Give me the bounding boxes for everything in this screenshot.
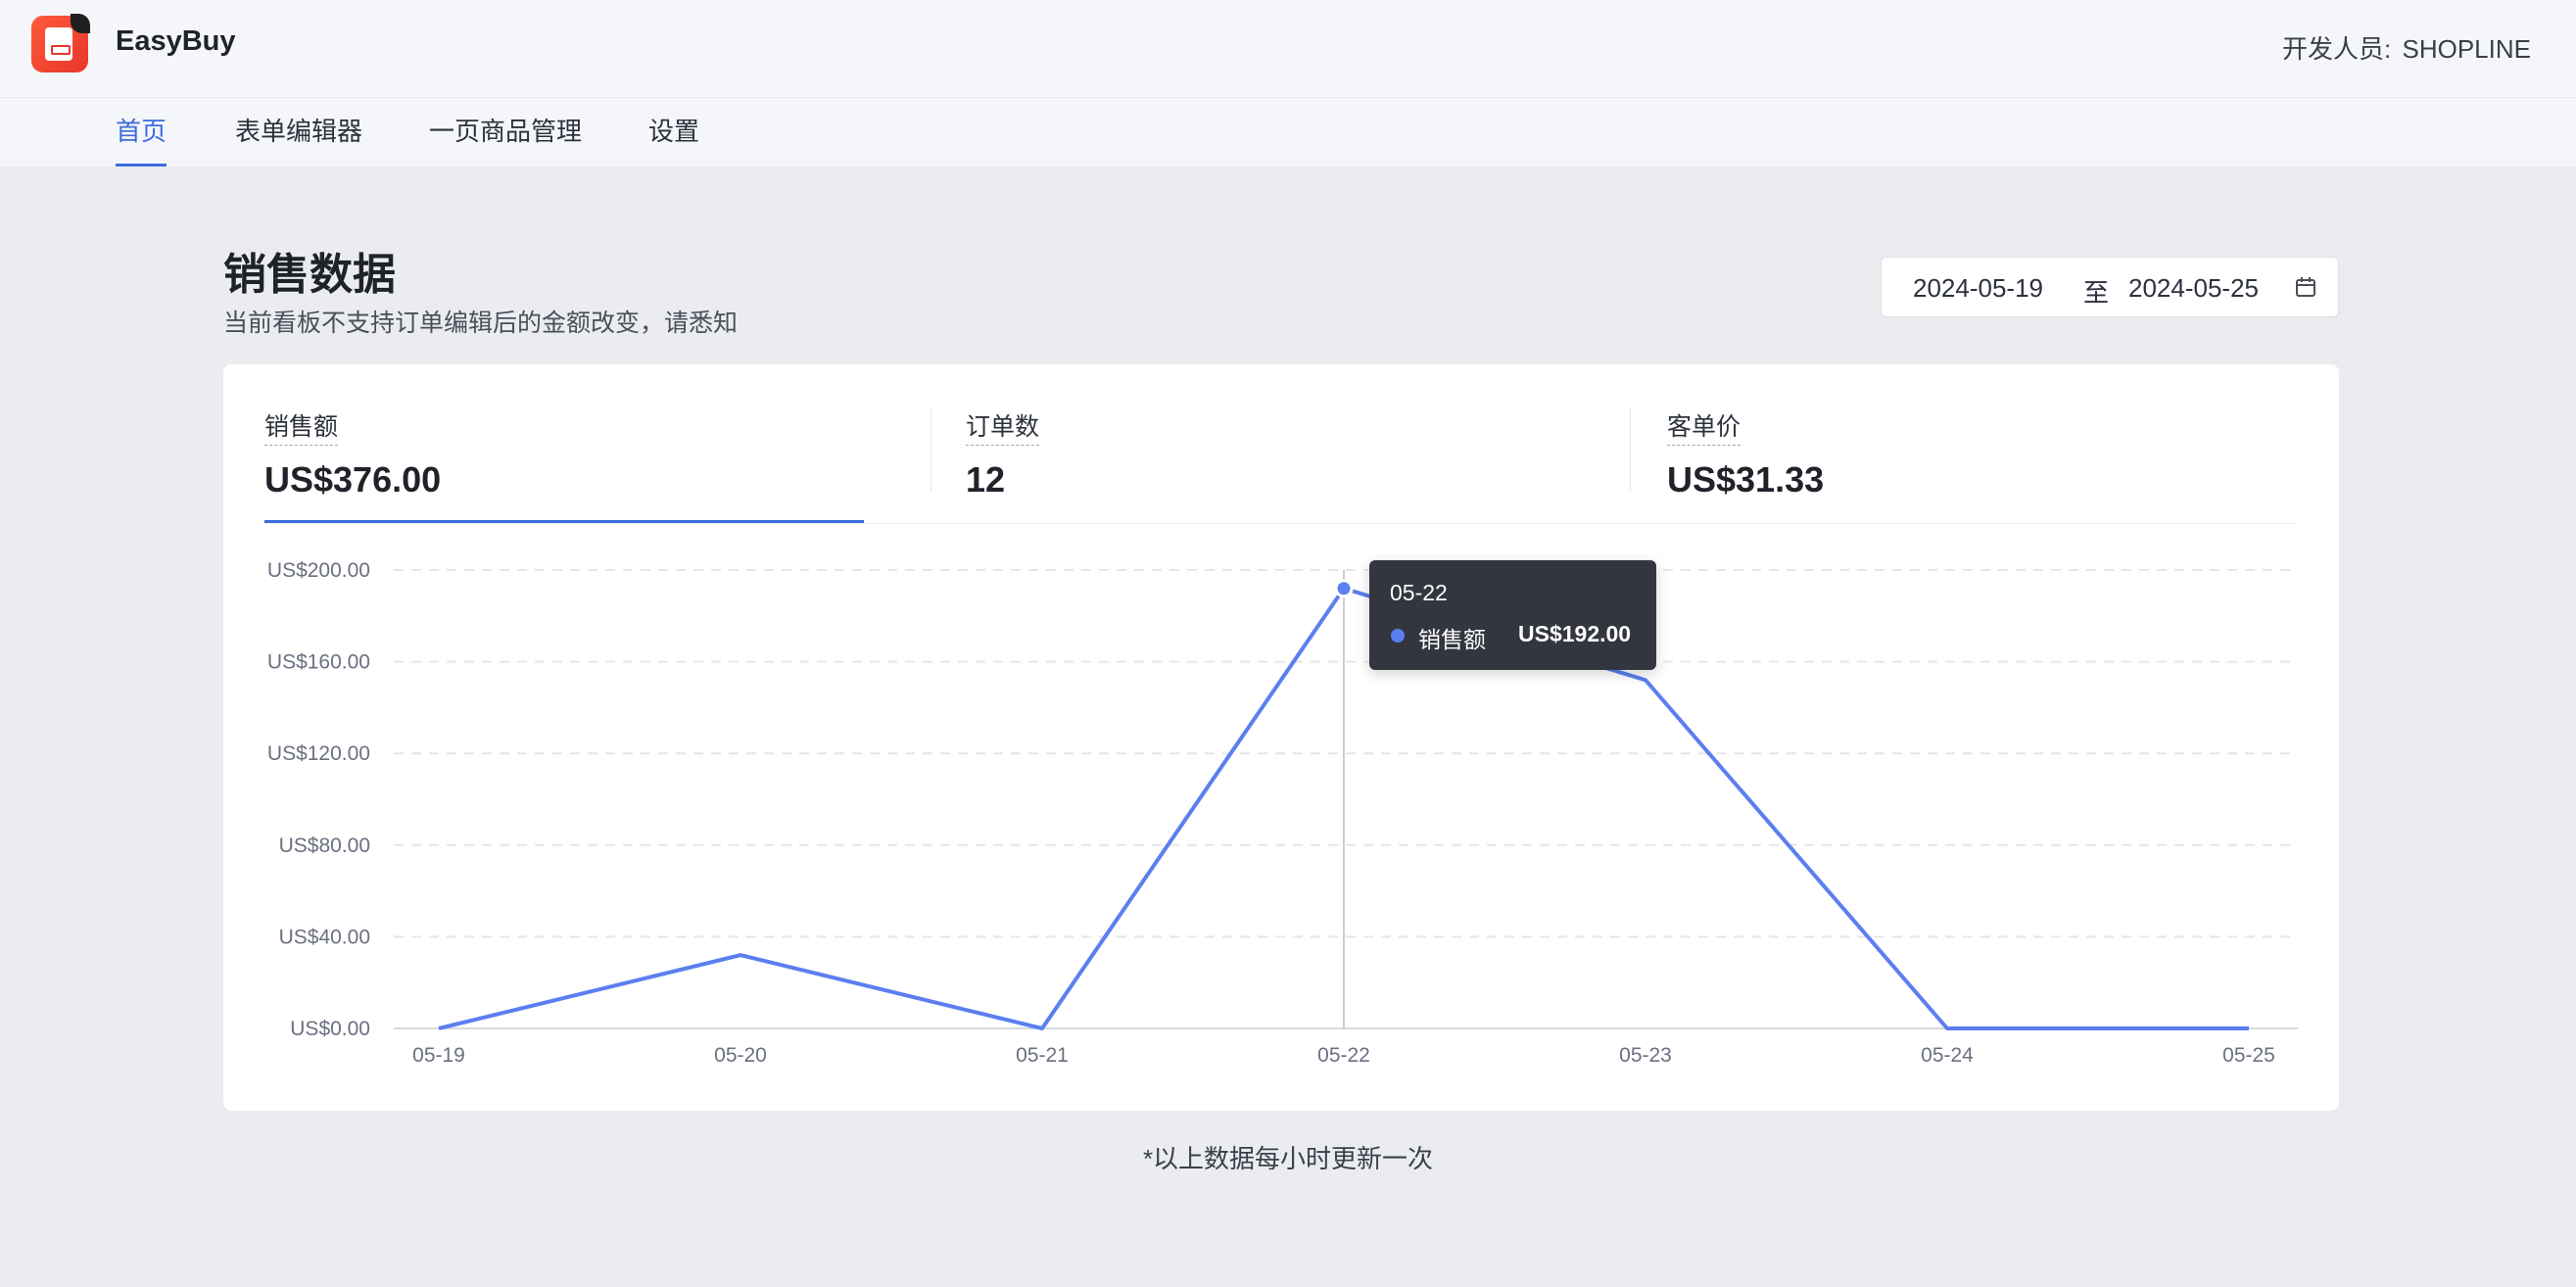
tooltip-date: 05-22	[1390, 580, 1448, 605]
date-separator: 至	[2083, 278, 2110, 308]
chart-tooltip: 05-22 销售额 US$192.00	[1369, 560, 1656, 670]
x-tick-label: 05-22	[1317, 1044, 1370, 1067]
tab-one-page-products[interactable]: 一页商品管理	[429, 98, 582, 167]
y-tick-label: US$160.00	[267, 651, 370, 674]
page-subtitle: 当前看板不支持订单编辑后的金额改变，请悉知	[223, 310, 739, 337]
y-tick-label: US$0.00	[290, 1018, 370, 1040]
tooltip-series-name: 销售额	[1418, 627, 1486, 652]
sales-card: 销售额 US$376.00 订单数 12 客单价 US$31.33 US$0.0…	[223, 364, 2339, 1111]
x-tick-label: 05-23	[1619, 1044, 1672, 1067]
y-tick-label: US$120.00	[267, 742, 370, 765]
date-start[interactable]: 2024-05-19	[1913, 273, 2043, 304]
tab-form-editor[interactable]: 表单编辑器	[235, 98, 362, 167]
app-name: EasyBuy	[116, 25, 236, 57]
y-tick-label: US$40.00	[279, 926, 370, 948]
app-header: EasyBuy 开发人员: SHOPLINE	[0, 0, 2576, 98]
main-nav: 首页 表单编辑器 一页商品管理 设置	[0, 98, 2576, 167]
date-end[interactable]: 2024-05-25	[2128, 273, 2259, 304]
developer-info: 开发人员: SHOPLINE	[2282, 29, 2531, 66]
page-title: 销售数据	[223, 251, 396, 299]
tooltip-series-dot	[1391, 629, 1405, 643]
calendar-icon[interactable]	[2295, 276, 2316, 298]
tooltip-value: US$192.00	[1518, 621, 1632, 646]
data-point-highlighted	[1334, 579, 1354, 598]
tab-settings[interactable]: 设置	[648, 98, 699, 167]
developer-label: 开发人员:	[2282, 34, 2392, 64]
sales-line-chart[interactable]: US$0.00 US$40.00 US$80.00 US$120.00 US$160.0…	[223, 364, 2339, 1111]
x-tick-label: 05-19	[412, 1044, 465, 1067]
update-footnote: *以上数据每小时更新一次	[1142, 1144, 1434, 1173]
y-tick-label: US$200.00	[267, 559, 370, 582]
app-logo-icon	[31, 14, 90, 72]
developer-value: SHOPLINE	[2402, 34, 2532, 64]
tab-home[interactable]: 首页	[116, 98, 167, 167]
x-tick-label: 05-20	[714, 1044, 767, 1067]
y-tick-label: US$80.00	[279, 834, 370, 857]
x-tick-label: 05-25	[2222, 1044, 2275, 1067]
date-range-picker[interactable]: 2024-05-19 至 2024-05-25	[1881, 257, 2339, 317]
x-tick-label: 05-24	[1921, 1044, 1974, 1067]
x-tick-label: 05-21	[1016, 1044, 1069, 1067]
